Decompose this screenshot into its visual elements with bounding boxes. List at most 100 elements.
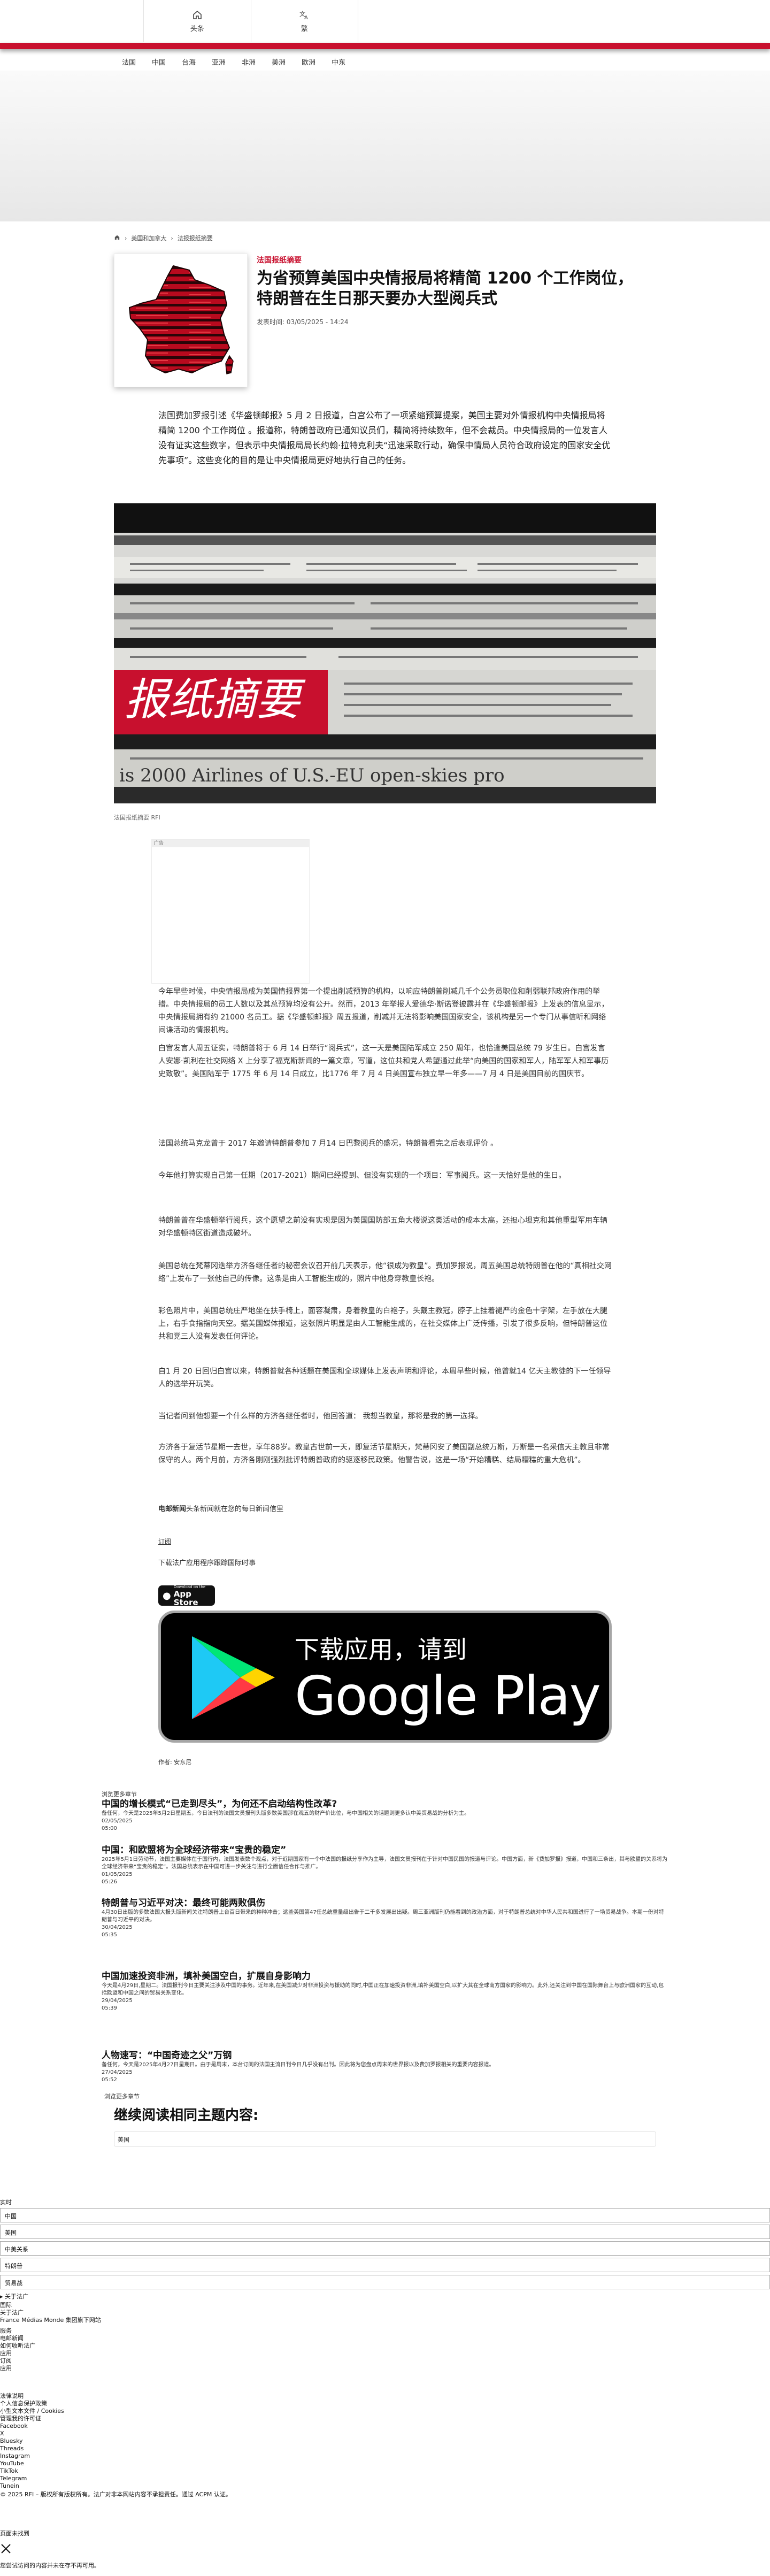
related-article[interactable]: 中国的增长模式“已走到尽头”，为何还不启动结构性改革? 备任何，今天是2025年…: [102, 1798, 668, 1833]
article-lead: 法国费加罗报引述《华盛顿邮报》5 月 2 日报道，白宫公布了一项紧缩预算提案，美…: [158, 410, 611, 465]
footer-link[interactable]: 法律说明: [0, 2393, 24, 2400]
close-icon[interactable]: [0, 2543, 12, 2555]
section-link-asia[interactable]: 亚洲: [204, 53, 234, 70]
newsletter-promo-bold: 电邮新闻: [158, 1505, 187, 1513]
facebook-link[interactable]: Facebook: [0, 2422, 28, 2430]
continue-reading-tag[interactable]: 美国: [114, 2132, 656, 2146]
related-article-title[interactable]: 中国加速投资非洲，填补美国空白，扩展自身影响力: [102, 1971, 668, 1982]
language-nav-button[interactable]: 文A 繁: [251, 0, 358, 42]
x-link[interactable]: X: [0, 2430, 4, 2437]
section-link-middle-east[interactable]: 中东: [324, 53, 353, 70]
top-bar: 头条 文A 繁: [0, 0, 770, 42]
related-article-title[interactable]: 人物速写：“中国奇迹之父”万钢: [102, 2050, 668, 2061]
newsletter-promo-text: 头条新闻就在您的每日新闻信里: [186, 1505, 284, 1513]
google-play-badge[interactable]: 下载应用，请到 Google Play: [158, 1611, 612, 1743]
home-icon: [191, 9, 203, 21]
app-store-badge[interactable]: ● Download on the App Store: [158, 1585, 215, 1607]
google-play-line1: 下载应用，请到: [295, 1635, 467, 1664]
footer-link[interactable]: France Médias Monde 集团旗下网站: [0, 2317, 101, 2324]
home-nav-label: 头条: [190, 25, 204, 33]
svg-text:A: A: [304, 15, 308, 20]
footer-link[interactable]: 订阅: [0, 2357, 12, 2365]
tiktok-link[interactable]: TikTok: [0, 2467, 18, 2475]
article-paragraph: 自1 月 20 日回归白宫以来，特朗普就各种话题在美国和全球媒体上发表声明和评论…: [158, 1367, 611, 1389]
section-link-americas[interactable]: 美洲: [264, 53, 294, 70]
app-store-line2: App Store: [173, 1589, 198, 1607]
svg-text:is 2000 Airlines of U.S.-EU: is 2000 Airlines of U.S.-EU open-skies p…: [119, 765, 505, 786]
related-article[interactable]: 特朗普与习近平对决：最终可能两败俱伤 4月30日出版的多数法国大报头版新闻关注特…: [102, 1897, 668, 1939]
footer-search-label: 页面未找到: [0, 2530, 29, 2537]
article-paragraph: 美国总统在梵蒂冈迭举方济各继任者的秘密会议召开前几天表示，他“很成为教皇”。费加…: [158, 1262, 612, 1283]
top-navigation: 头条 文A 繁: [143, 0, 358, 42]
section-link-africa[interactable]: 非洲: [234, 53, 264, 70]
footer-link[interactable]: 电邮新闻: [0, 2335, 24, 2342]
footer-link[interactable]: 个人信息保护政策: [0, 2400, 47, 2408]
home-nav-button[interactable]: 头条: [144, 0, 251, 42]
footer-tag-input[interactable]: 中美关系: [0, 2241, 770, 2256]
footer-link[interactable]: 服务: [0, 2327, 12, 2335]
article-paragraph: 法国总统马克龙曾于 2017 年邀请特朗普参加 7 月14 日巴黎阅兵的盛况，特…: [158, 1139, 498, 1148]
footer-realtime-label: 实时: [0, 2199, 12, 2206]
footer-about-label: 关于法广: [5, 2293, 29, 2300]
footer-link[interactable]: 应用: [0, 2350, 12, 2357]
section-link-europe[interactable]: 欧洲: [294, 53, 324, 70]
article-paragraph: 今年他打算实现自己第一任期（2017-2021）期间已经提到、但没有实现的一个项…: [158, 1171, 566, 1180]
breadcrumb-link-region[interactable]: 美国和加拿大: [131, 234, 166, 242]
article-kicker[interactable]: 法国报纸摘要: [257, 255, 302, 265]
article-paragraph: 方济各于复活节星期一去世，享年88岁。教皇古世前一天，即复活节星期天，梵蒂冈安了…: [158, 1443, 610, 1465]
breadcrumb-link-section[interactable]: 法报报纸摘要: [178, 234, 213, 242]
subscribe-link[interactable]: 订阅: [158, 1537, 171, 1546]
footer-tag-input[interactable]: 贸易战: [0, 2275, 770, 2289]
footer-tag-input[interactable]: 美国: [0, 2225, 770, 2239]
related-article-date: 01/05/2025: [102, 1872, 133, 1877]
footer-link[interactable]: 应用: [0, 2365, 12, 2372]
telegram-link[interactable]: Telegram: [0, 2475, 27, 2482]
article-title: 为省预算美国中央情报局将精简 1200 个工作岗位， 特朗普在生日那天要办大型阅…: [257, 269, 634, 308]
article-paragraph: 彩色照片中，美国总统庄严地坐在扶手椅上，面容凝肃，身着教皇的白袍子，头戴主教冠，…: [158, 1307, 607, 1341]
inline-advertisement[interactable]: 广告: [151, 839, 310, 984]
section-link-china[interactable]: 中国: [144, 53, 174, 70]
newsletter-promo: 电邮新闻头条新闻就在您的每日新闻信里: [158, 1503, 283, 1513]
article-author: 作者: 安东尼: [158, 1759, 192, 1766]
section-link-france[interactable]: 法国: [114, 53, 144, 70]
related-article-summary: 4月30日出版的多数法国大报头版新闻关注特朗普上台百日带来的种种冲击；这些美国第…: [102, 1910, 664, 1923]
youtube-link[interactable]: YouTube: [0, 2460, 24, 2467]
footer-link[interactable]: 小型文本文件 / Cookies: [0, 2408, 64, 2415]
related-article-summary: 备任何，今天是2025年4月27日星期日。由于是周末，本台订阅的法国主流日刊今日…: [102, 2062, 495, 2068]
app-store-badge-text: Download on the App Store: [174, 1585, 215, 1607]
related-article-title[interactable]: 中国的增长模式“已走到尽头”，为何还不启动结构性改革?: [102, 1798, 668, 1810]
article-paragraph: 特朗普曾在华盛顿举行阅兵，这个愿望之前没有实现是因为美国国防部五角大楼说这类活动…: [158, 1216, 607, 1238]
footer-link[interactable]: 关于法广: [0, 2309, 24, 2317]
footer-link[interactable]: 如何收听法广: [0, 2342, 35, 2350]
related-article[interactable]: 中国加速投资非洲，填补美国空白，扩展自身影响力 今天是4月29日,星期二。法国报…: [102, 1971, 668, 2012]
related-article-title[interactable]: 特朗普与习近平对决：最终可能两败俱伤: [102, 1897, 668, 1909]
advertisement-banner: [0, 71, 770, 221]
footer-notice: 您尝试访问的内容并未在存不再可用。: [0, 2562, 100, 2569]
related-section-label: 浏览更多章节: [102, 1791, 137, 1798]
footer-about: ▸ 关于法广: [0, 2293, 28, 2301]
related-article-date: 27/04/2025: [102, 2069, 133, 2075]
related-article-title[interactable]: 中国：和欧盟将为全球经济带来“宝贵的稳定”: [102, 1844, 668, 1856]
footer-tag-input[interactable]: 中国: [0, 2208, 770, 2222]
related-article-summary: 今天是4月29日,星期二。法国报刊今日主要关注涉及中国的事务。近年来,在美国减少…: [102, 1983, 664, 1996]
instagram-link[interactable]: Instagram: [0, 2452, 30, 2460]
article-paragraph: 白宫发言人周五证实，特朗普将于 6 月 14 日举行“阅兵式”，这一天是美国陆军…: [158, 1044, 609, 1078]
section-link-taiwan[interactable]: 台海: [174, 53, 204, 70]
footer-link[interactable]: 国际: [0, 2302, 12, 2309]
threads-link[interactable]: Threads: [0, 2445, 24, 2452]
photo-caption: 法国报纸摘要 RFI: [114, 814, 160, 821]
footer-link[interactable]: 管理我的许可证: [0, 2415, 41, 2422]
more-sections-link[interactable]: 浏览更多章节: [104, 2092, 140, 2100]
brand-bar: [0, 43, 770, 49]
footer-tag-input[interactable]: 特朗普: [0, 2258, 770, 2272]
related-article-summary: 2025年5月1日劳动节，法国主要媒体在于国行内，法国发表数个观点，对于近期国家…: [102, 1857, 668, 1870]
article-paragraph: 今年早些时候，中央情报局成为美国情报界第一个提出削减预算的机构，以响应特朗普削减…: [158, 987, 609, 1034]
related-article-time: 05:00: [102, 1826, 117, 1831]
home-icon[interactable]: [114, 234, 120, 242]
related-article-time: 05:35: [102, 1932, 117, 1938]
related-article[interactable]: 中国：和欧盟将为全球经济带来“宝贵的稳定” 2025年5月1日劳动节，法国主要媒…: [102, 1844, 668, 1886]
related-article[interactable]: 人物速写：“中国奇迹之父”万钢 备任何，今天是2025年4月27日星期日。由于是…: [102, 2050, 668, 2084]
copyright: © 2025 RFI – 版权所有版权所有。法广对非本网站内容不承担责任。通过 …: [0, 2491, 232, 2498]
tunein-link[interactable]: Tunein: [0, 2482, 19, 2490]
bluesky-link[interactable]: Bluesky: [0, 2437, 23, 2445]
